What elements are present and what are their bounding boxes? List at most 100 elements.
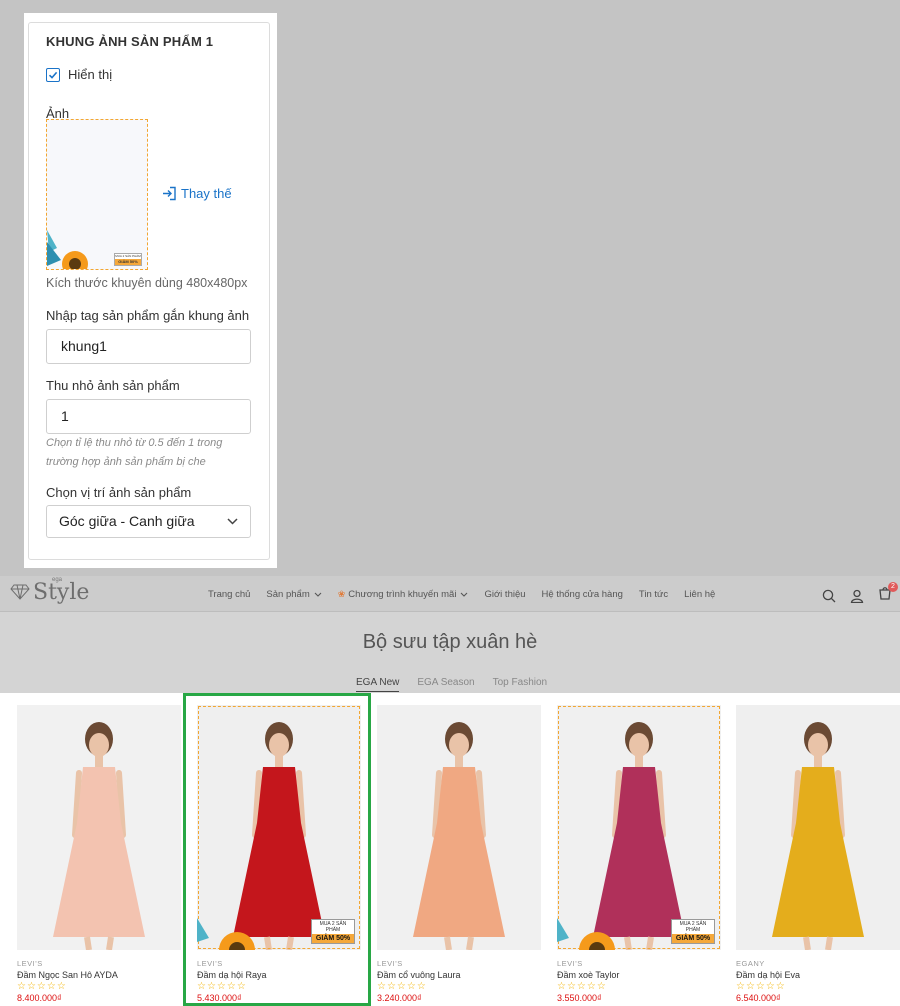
product-price: 6.540.000₫ xyxy=(736,993,781,1003)
nav-item[interactable]: Giới thiệu xyxy=(484,589,525,600)
diamond-icon xyxy=(10,584,30,600)
check-icon xyxy=(48,71,58,79)
product-name[interactable]: Đầm cổ vuông Laura xyxy=(377,970,541,980)
nav-item[interactable]: Trang chủ xyxy=(208,589,250,600)
frame-preview-badge: MUA 2 SẢN PHẨM GIẢM 50% xyxy=(114,253,142,266)
product-image[interactable] xyxy=(377,705,541,950)
collection-tab[interactable]: Top Fashion xyxy=(493,677,547,692)
shrink-label: Thu nhỏ ảnh sản phẩm xyxy=(46,378,180,393)
product-price: 8.400.000₫ xyxy=(17,993,62,1003)
product-photo-dress xyxy=(736,705,900,950)
frame-image-preview: MUA 2 SẢN PHẨM GIẢM 50% xyxy=(46,119,148,270)
product-name[interactable]: Đầm Ngọc San Hô AYDA xyxy=(17,970,181,980)
product-brand: LEVI'S xyxy=(377,959,403,968)
rating-stars: ☆☆☆☆☆ xyxy=(17,981,67,992)
size-hint: Kích thước khuyên dùng 480x480px xyxy=(46,276,248,290)
nav-item-label: Sản phẩm xyxy=(266,589,310,600)
discount-badge-top: MUA 2 SẢN PHẨM xyxy=(319,921,347,933)
store-header: Style ega Trang chủ Sản phẩm ❀ Chương trình… xyxy=(0,576,900,612)
nav-item[interactable]: Sản phẩm xyxy=(266,589,322,600)
product-card[interactable]: LEVI'S Đầm cổ vuông Laura ☆☆☆☆☆ 3.240.000₫ xyxy=(377,705,541,1003)
rating-stars: ☆☆☆☆☆ xyxy=(197,981,247,992)
position-select[interactable]: Góc giữa - Canh giữa xyxy=(46,505,251,538)
product-image[interactable] xyxy=(17,705,181,950)
promo-flower-icon: ❀ xyxy=(337,589,346,599)
nav-item-label: Trang chủ xyxy=(208,589,251,600)
position-value: Góc giữa - Canh giữa xyxy=(59,513,195,529)
product-photo-dress xyxy=(377,705,541,950)
replace-button[interactable]: Thay thế xyxy=(162,186,232,201)
chevron-down-icon xyxy=(227,518,238,525)
product-card[interactable]: LEVI'S Đầm Ngọc San Hô AYDA ☆☆☆☆☆ 8.400.000… xyxy=(17,705,181,1003)
main-nav: Trang chủ Sản phẩm ❀ Chương trình khuyến mã… xyxy=(208,589,731,600)
product-price: 3.240.000₫ xyxy=(377,993,422,1003)
collection-tabs: EGA New EGA Season Top Fashion xyxy=(356,677,565,692)
nav-item[interactable]: Hệ thống cửa hàng xyxy=(542,589,623,600)
product-name[interactable]: Đầm dạ hội Raya xyxy=(197,970,361,980)
flower-decoration-icon xyxy=(197,918,255,950)
discount-badge-bottom: GIẢM 50% xyxy=(672,934,714,943)
product-image[interactable] xyxy=(736,705,900,950)
replace-icon xyxy=(163,186,176,201)
discount-badge: MUA 2 SẢN PHẨM GIẢM 50% xyxy=(311,919,355,944)
nav-item-label: Tin tức xyxy=(638,589,669,600)
show-label: Hiển thị xyxy=(68,67,113,82)
product-image[interactable]: MUA 2 SẢN PHẨM GIẢM 50% xyxy=(197,705,361,950)
discount-badge-bottom: GIẢM 50% xyxy=(312,934,354,943)
rating-stars: ☆☆☆☆☆ xyxy=(377,981,427,992)
search-icon[interactable] xyxy=(822,589,836,603)
product-name[interactable]: Đầm dạ hội Eva xyxy=(736,970,900,980)
rating-stars: ☆☆☆☆☆ xyxy=(736,981,786,992)
product-name[interactable]: Đầm xoè Taylor xyxy=(557,970,721,980)
nav-item[interactable]: ❀ Chương trình khuyến mãi xyxy=(338,589,469,600)
logo-sub: ega xyxy=(52,577,63,583)
frame-preview-badge-bottom: GIẢM 50% xyxy=(115,259,141,265)
chevron-down-icon xyxy=(314,592,322,597)
shrink-help: Chọn tỉ lệ thu nhỏ từ 0.5 đến 1 trong tr… xyxy=(46,437,223,468)
product-image[interactable]: MUA 2 SẢN PHẨM GIẢM 50% xyxy=(557,705,721,950)
replace-label: Thay thế xyxy=(181,186,232,201)
nav-item-label: Giới thiệu xyxy=(484,589,526,600)
nav-item-label: Liên hệ xyxy=(684,589,716,600)
chevron-down-icon xyxy=(461,592,468,597)
flower-decoration-icon xyxy=(557,918,615,950)
rating-stars: ☆☆☆☆☆ xyxy=(557,981,607,992)
cart-button[interactable]: 2 xyxy=(878,582,898,605)
tag-input[interactable]: khung1 xyxy=(46,329,251,364)
panel-title: KHUNG ẢNH SẢN PHẨM 1 xyxy=(46,34,214,49)
nav-item[interactable]: Tin tức xyxy=(639,589,668,600)
nav-item-label: Chương trình khuyến mãi xyxy=(348,589,457,600)
show-checkbox[interactable] xyxy=(46,67,60,82)
frame-settings-card: KHUNG ẢNH SẢN PHẨM 1 Hiển thị Ảnh MUA 2 … xyxy=(28,22,270,560)
shrink-input[interactable]: 1 xyxy=(46,399,251,434)
header-actions: 2 xyxy=(822,582,898,605)
product-photo-dress xyxy=(17,705,181,950)
nav-item[interactable]: Liên hệ xyxy=(684,589,715,600)
discount-badge: MUA 2 SẢN PHẨM GIẢM 50% xyxy=(671,919,715,944)
collection-tab[interactable]: EGA Season xyxy=(417,677,474,692)
logo-text: Style xyxy=(33,580,90,605)
product-card[interactable]: MUA 2 SẢN PHẨM GIẢM 50% LEVI'S Đầm xoè Tayl… xyxy=(557,705,721,1003)
product-brand: LEVI'S xyxy=(17,959,43,968)
store-logo[interactable]: Style ega xyxy=(10,577,90,605)
product-card[interactable]: EGANY Đầm dạ hội Eva ☆☆☆☆☆ 6.540.000₫ xyxy=(736,705,900,1003)
discount-badge-top: MUA 2 SẢN PHẨM xyxy=(679,921,707,933)
product-grid: LEVI'S Đầm Ngọc San Hô AYDA ☆☆☆☆☆ 8.400.000… xyxy=(0,693,900,1006)
product-price: 3.550.000₫ xyxy=(557,993,602,1003)
flower-decoration-icon xyxy=(47,230,88,269)
settings-panel: KHUNG ẢNH SẢN PHẨM 1 Hiển thị Ảnh MUA 2 … xyxy=(24,13,277,568)
tag-label: Nhập tag sản phẩm gắn khung ảnh xyxy=(46,308,250,323)
product-card[interactable]: MUA 2 SẢN PHẨM GIẢM 50% LEVI'S Đầm dạ hội R… xyxy=(197,705,361,1003)
cart-count-badge: 2 xyxy=(888,582,898,592)
product-price: 5.430.000₫ xyxy=(197,993,242,1003)
product-brand: LEVI'S xyxy=(557,959,583,968)
collection-tab[interactable]: EGA New xyxy=(356,677,400,692)
product-brand: EGANY xyxy=(736,959,765,968)
show-toggle[interactable]: Hiển thị xyxy=(46,67,112,82)
nav-item-label: Hệ thống cửa hàng xyxy=(541,589,623,600)
collection-title: Bộ sưu tập xuân hè xyxy=(362,631,538,653)
store-preview: Style ega Trang chủ Sản phẩm ❀ Chương trình… xyxy=(0,576,900,693)
position-label: Chọn vị trí ảnh sản phẩm xyxy=(46,485,192,500)
product-brand: LEVI'S xyxy=(197,959,223,968)
user-icon[interactable] xyxy=(850,589,864,603)
